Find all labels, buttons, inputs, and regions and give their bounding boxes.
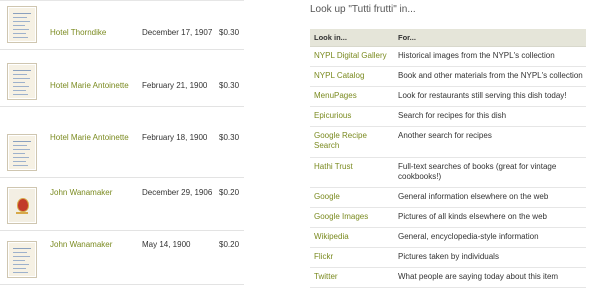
menu-row: Hotel Marie Antoinette February 21, 1900… [0,57,244,107]
menu-date: February 21, 1900 [142,81,208,90]
column-header-look-in: Look in... [314,33,347,42]
lookup-source-link[interactable]: Epicurious [314,111,394,121]
lookup-source-link[interactable]: Twitter [314,272,394,282]
menu-place-link[interactable]: John Wanamaker [50,188,112,198]
menu-place-link[interactable]: Hotel Marie Antoinette [50,133,129,143]
menu-page-thumbnail[interactable] [7,134,37,171]
dish-price: $0.30 [219,28,240,37]
lookup-row: Hathi Trust Full-text searches of books … [310,158,586,188]
menu-page-thumbnail[interactable] [7,6,37,43]
lookup-description: General, encyclopedia-style information [398,232,539,241]
menu-date: December 17, 1907 [142,28,213,37]
lookup-row: NYPL Catalog Book and other materials fr… [310,67,586,87]
lookup-row: Flickr Pictures taken by individuals [310,248,586,268]
lookup-source-link[interactable]: NYPL Digital Gallery [314,51,394,61]
lookup-description: Historical images from the NYPL's collec… [398,51,555,60]
lookup-description: Full-text searches of books (great for v… [398,162,557,181]
lookup-description: What people are saying today about this … [398,272,559,281]
lookup-description: Pictures taken by individuals [398,252,499,261]
dish-price: $0.30 [219,133,240,142]
menu-place-link[interactable]: John Wanamaker [50,240,112,250]
lookup-row: Google Recipe Search Another search for … [310,127,586,158]
dish-price: $0.20 [219,188,240,197]
lookup-heading: Look up "Tutti frutti" in... [310,4,416,15]
lookup-description: Book and other materials from the NYPL's… [398,71,583,80]
menu-row: John Wanamaker December 29, 1906 $0.20 [0,181,244,231]
lookup-source-link[interactable]: Google [314,192,394,202]
lookup-description: Search for recipes for this dish [398,111,507,120]
lookup-source-link[interactable]: Google Recipe Search [314,131,394,151]
menu-date: May 14, 1900 [142,240,191,249]
lookup-description: General information elsewhere on the web [398,192,549,201]
lookup-row: Google Images Pictures of all kinds else… [310,208,586,228]
menu-place-link[interactable]: Hotel Marie Antoinette [50,81,129,91]
menu-date: December 29, 1906 [142,188,213,197]
lookup-row: Google General information elsewhere on … [310,188,586,208]
lookup-table-header: Look in... For... [310,29,586,47]
lookup-source-link[interactable]: Google Images [314,212,394,222]
menu-row: John Wanamaker May 14, 1900 $0.20 [0,235,244,285]
lookup-source-link[interactable]: MenuPages [314,91,394,101]
lookup-description: Another search for recipes [398,131,492,140]
lookup-source-link[interactable]: Wikipedia [314,232,394,242]
lookup-row: Twitter What people are saying today abo… [310,268,586,288]
lookup-source-link[interactable]: Hathi Trust [314,162,394,172]
lookup-source-link[interactable]: Flickr [314,252,394,262]
lookup-row: Epicurious Search for recipes for this d… [310,107,586,127]
menu-place-link[interactable]: Hotel Thorndike [50,28,106,38]
lookup-description: Pictures of all kinds elsewhere on the w… [398,212,547,221]
dish-price: $0.30 [219,81,240,90]
dish-price: $0.20 [219,240,240,249]
lookup-row: NYPL Digital Gallery Historical images f… [310,47,586,67]
menu-cover-emblem-thumbnail[interactable] [7,187,37,224]
menu-page-thumbnail[interactable] [7,241,37,278]
lookup-row: MenuPages Look for restaurants still ser… [310,87,586,107]
lookup-source-link[interactable]: NYPL Catalog [314,71,394,81]
menu-appearances-list: Hotel Thorndike December 17, 1907 $0.30 … [0,0,244,294]
menu-page-thumbnail[interactable] [7,63,37,100]
menu-row: Hotel Thorndike December 17, 1907 $0.30 [0,0,244,50]
menu-date: February 18, 1900 [142,133,208,142]
lookup-row: Wikipedia General, encyclopedia-style in… [310,228,586,248]
menu-row: Hotel Marie Antoinette February 18, 1900… [0,128,244,178]
column-header-for: For... [398,33,416,42]
lookup-description: Look for restaurants still serving this … [398,91,567,100]
